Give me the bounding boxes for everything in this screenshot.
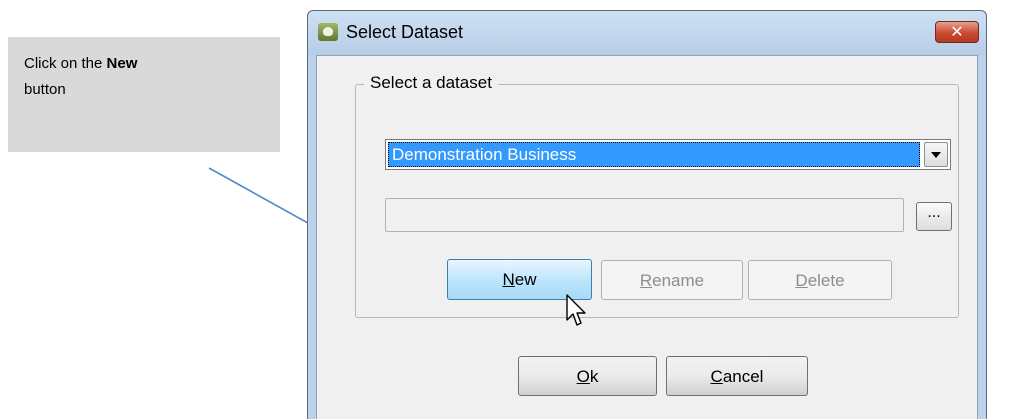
chevron-down-icon[interactable] <box>924 142 948 167</box>
dataset-groupbox: Select a dataset Demonstration Business … <box>355 73 959 318</box>
select-dataset-dialog: Select Dataset ✕ Select a dataset Demons… <box>307 10 987 419</box>
group-label: Select a dataset <box>364 73 498 93</box>
delete-label-rest: elete <box>807 271 845 290</box>
close-icon: ✕ <box>950 22 964 41</box>
ok-mnemonic: O <box>576 367 590 386</box>
cancel-mnemonic: C <box>710 367 723 386</box>
close-button[interactable]: ✕ <box>935 21 979 43</box>
rename-button[interactable]: Rename <box>601 260 743 300</box>
title-bar[interactable]: Select Dataset ✕ <box>308 11 986 55</box>
delete-mnemonic: D <box>795 271 808 290</box>
dataset-path-field[interactable] <box>385 198 904 232</box>
app-icon <box>318 23 338 41</box>
callout-emphasis: New <box>106 55 138 72</box>
instruction-callout: Click on the New button <box>8 37 280 152</box>
dataset-dropdown-value: Demonstration Business <box>388 142 920 167</box>
new-label-rest: ew <box>514 270 537 289</box>
cancel-button[interactable]: Cancel <box>666 356 808 396</box>
dialog-body: Select a dataset Demonstration Business … <box>316 55 978 419</box>
rename-mnemonic: R <box>639 271 653 290</box>
ok-button[interactable]: Ok <box>518 356 657 396</box>
rename-label-rest: ename <box>652 271 705 290</box>
cancel-label-rest: ancel <box>722 367 764 386</box>
dialog-title: Select Dataset <box>346 22 464 42</box>
ok-label-rest: k <box>589 367 599 386</box>
delete-button[interactable]: Delete <box>748 260 892 300</box>
dataset-dropdown[interactable]: Demonstration Business <box>385 139 951 170</box>
callout-text: Click on the <box>24 55 107 72</box>
new-button[interactable]: New <box>447 259 592 300</box>
callout-text-suffix: button <box>24 81 66 98</box>
new-mnemonic: N <box>502 270 515 289</box>
browse-button[interactable]: ... <box>916 202 952 231</box>
